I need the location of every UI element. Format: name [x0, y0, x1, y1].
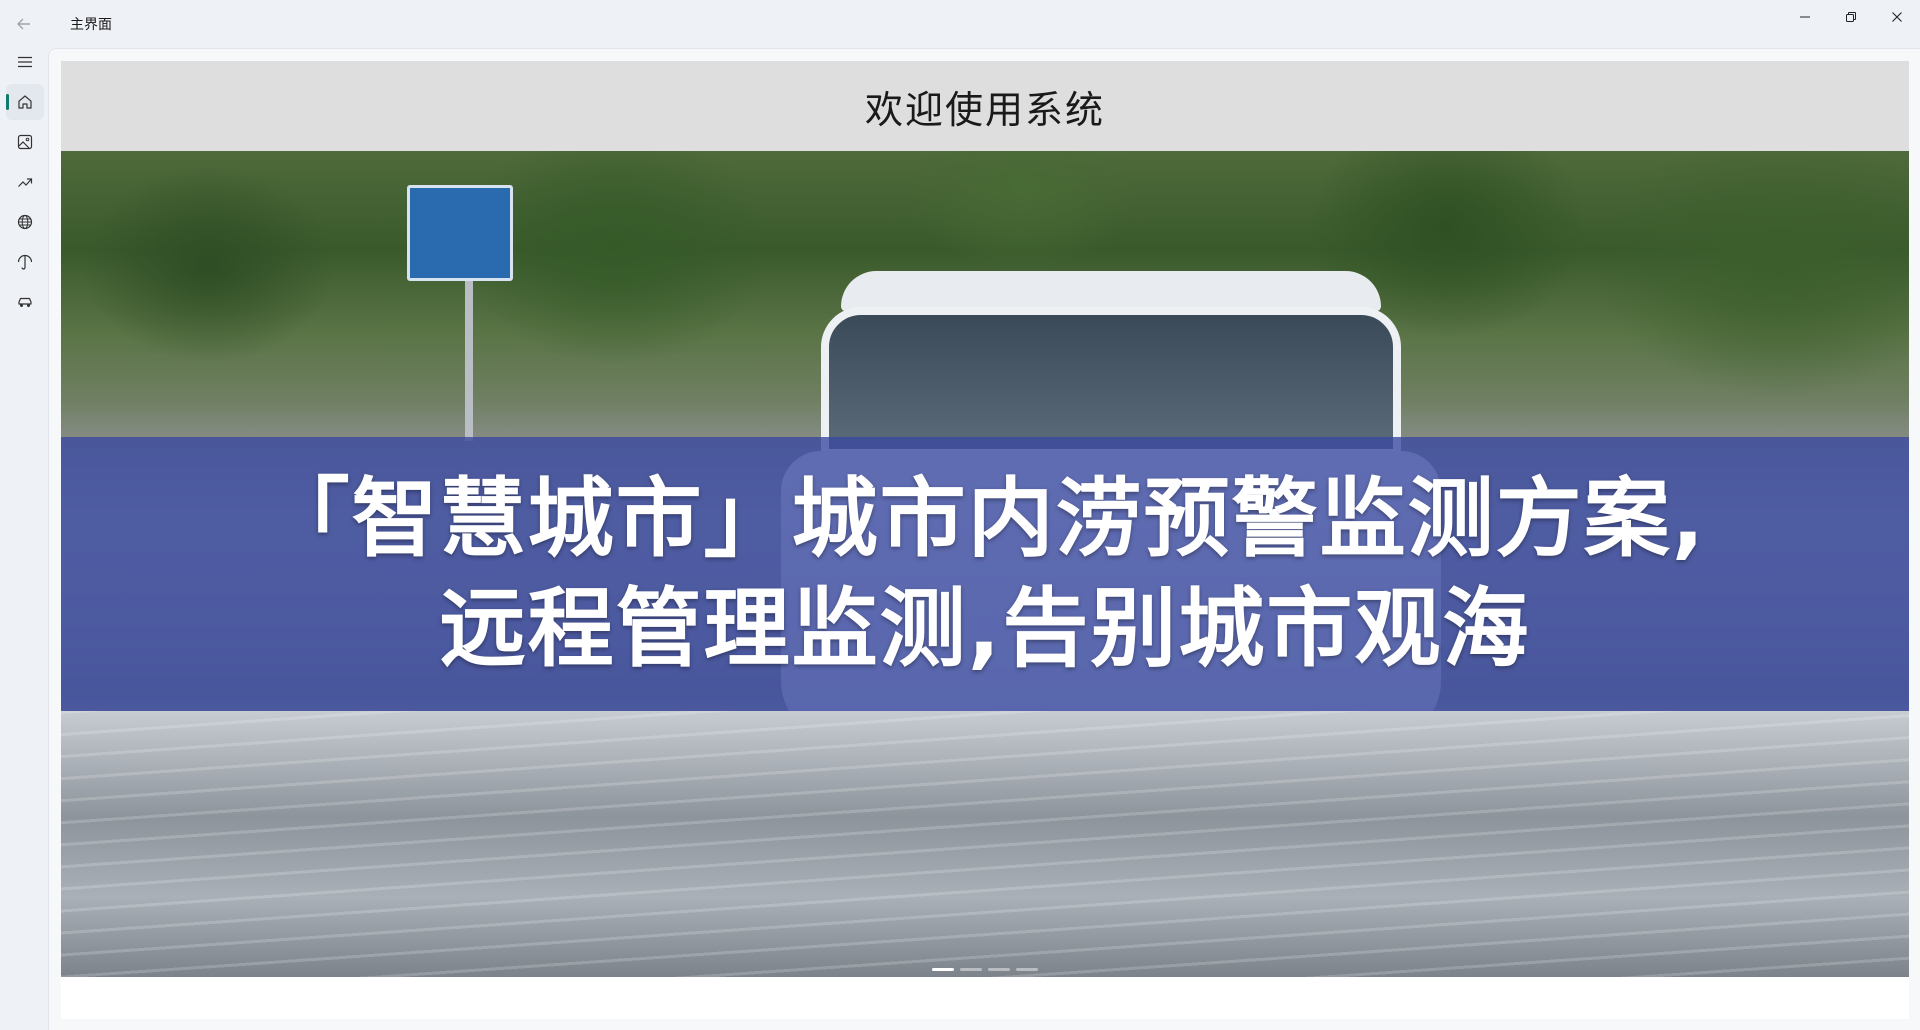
car-icon — [18, 297, 32, 307]
page-title: 欢迎使用系统 — [864, 87, 1105, 132]
umbrella-icon — [17, 254, 33, 270]
main-content: 欢迎使用系统 「智慧城市」城市内涝预警监测方案, 远程管理监测,告别城市观海 — [48, 48, 1920, 1030]
carousel-pager — [61, 968, 1909, 971]
menu-toggle-button[interactable] — [6, 44, 44, 80]
content-footer — [61, 977, 1909, 1019]
banner-caption-line-2: 远程管理监测,告别城市观海 — [439, 579, 1531, 679]
carousel-page-1[interactable] — [932, 968, 954, 971]
banner-flood-water — [61, 711, 1909, 977]
restore-icon — [1846, 12, 1856, 22]
nav-item-home[interactable] — [6, 84, 44, 120]
nav-item-globe[interactable] — [6, 204, 44, 240]
banner-carousel[interactable]: 「智慧城市」城市内涝预警监测方案, 远程管理监测,告别城市观海 — [61, 151, 1909, 977]
hamburger-menu-icon — [18, 56, 32, 68]
back-button[interactable] — [0, 0, 48, 48]
image-icon — [17, 134, 33, 150]
minimize-button[interactable] — [1782, 0, 1828, 34]
close-button[interactable] — [1874, 0, 1920, 34]
selection-indicator — [6, 94, 9, 110]
carousel-page-3[interactable] — [988, 968, 1010, 971]
banner-caption-band: 「智慧城市」城市内涝预警监测方案, 远程管理监测,告别城市观海 — [61, 437, 1909, 711]
close-icon — [1892, 12, 1902, 22]
title-bar: 主界面 — [0, 0, 1920, 48]
banner-road-sign — [407, 185, 513, 281]
home-icon — [18, 95, 32, 109]
banner-caption-line-1: 「智慧城市」城市内涝预警监测方案, — [263, 469, 1707, 569]
welcome-header: 欢迎使用系统 — [61, 61, 1909, 151]
window-title: 主界面 — [70, 17, 112, 33]
nav-sidebar — [0, 44, 48, 1030]
banner-sign-post — [465, 281, 473, 441]
carousel-page-2[interactable] — [960, 968, 982, 971]
window-controls — [1782, 0, 1920, 34]
nav-item-image[interactable] — [6, 124, 44, 160]
nav-item-car[interactable] — [6, 284, 44, 320]
carousel-page-4[interactable] — [1016, 968, 1038, 971]
restore-button[interactable] — [1828, 0, 1874, 34]
back-arrow-icon — [17, 18, 30, 30]
minimize-icon — [1800, 16, 1810, 18]
globe-icon — [17, 214, 33, 230]
nav-item-trend[interactable] — [6, 164, 44, 200]
nav-item-umbrella[interactable] — [6, 244, 44, 280]
trend-up-icon — [18, 178, 33, 187]
